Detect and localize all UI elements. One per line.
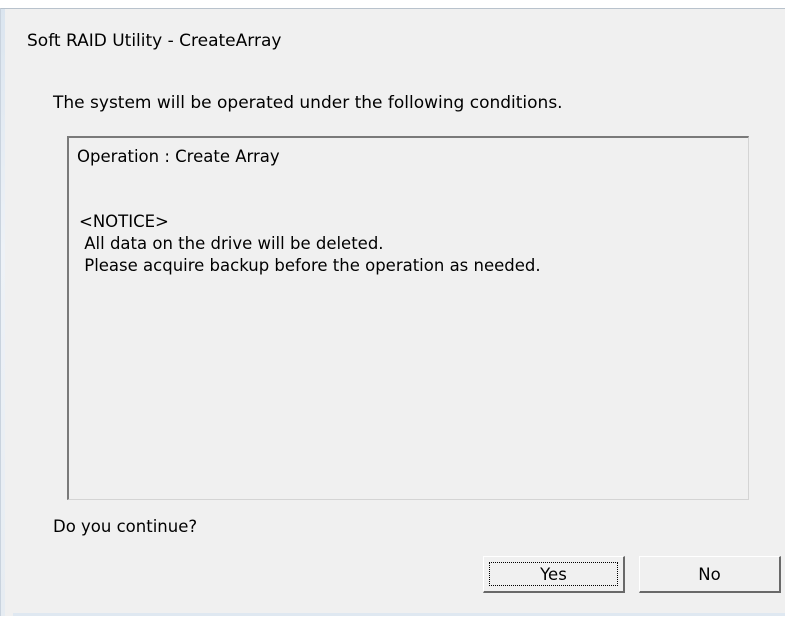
notice-line-delete: All data on the drive will be deleted.: [79, 234, 384, 253]
yes-button[interactable]: Yes: [483, 556, 625, 593]
operation-line: Operation : Create Array: [77, 147, 280, 166]
intro-text: The system will be operated under the fo…: [53, 93, 563, 113]
no-button[interactable]: No: [639, 556, 781, 593]
window-title: Soft RAID Utility - CreateArray: [27, 31, 282, 51]
window-left-border: [1, 9, 5, 616]
no-button-label: No: [698, 564, 721, 584]
notice-line-backup: Please acquire backup before the operati…: [79, 256, 541, 275]
focus-rectangle: [489, 562, 618, 586]
details-textbox[interactable]: Operation : Create Array <NOTICE> All da…: [67, 136, 749, 500]
notice-heading: <NOTICE>: [79, 212, 169, 231]
confirm-question: Do you continue?: [53, 517, 198, 536]
dialog-window: Soft RAID Utility - CreateArray The syst…: [0, 8, 785, 616]
